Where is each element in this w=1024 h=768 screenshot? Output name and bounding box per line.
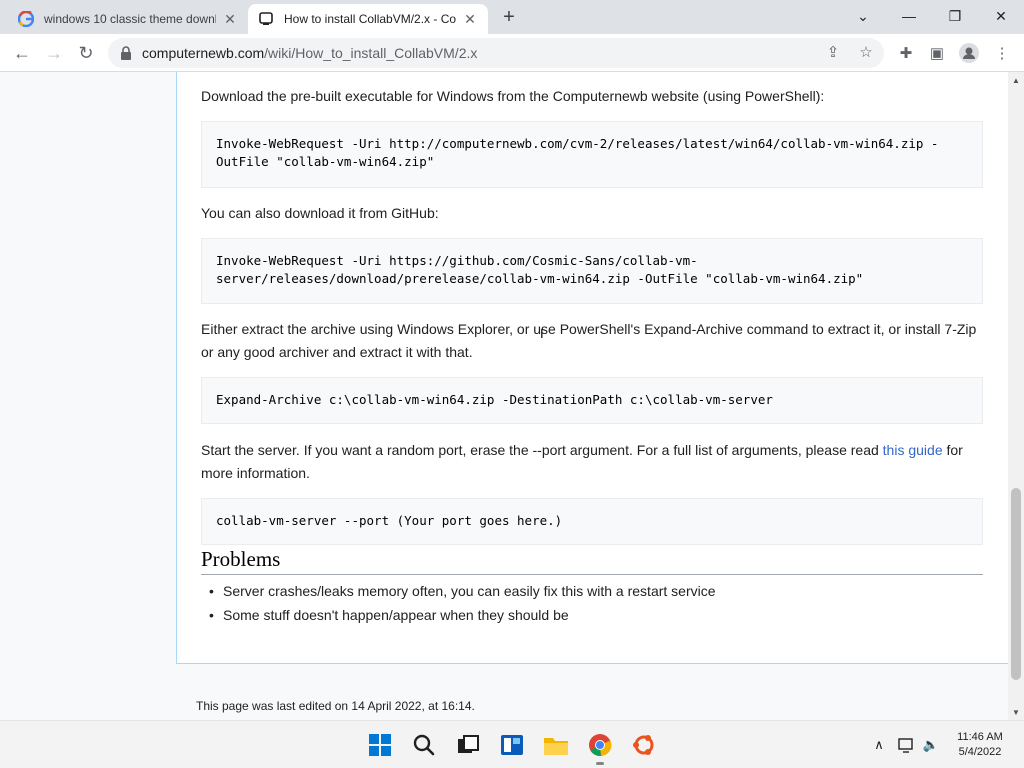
reload-button[interactable]: ↻ bbox=[72, 39, 100, 67]
share-icon[interactable]: ⇪ bbox=[822, 41, 844, 63]
clock-time: 11:46 AM bbox=[957, 731, 1003, 743]
file-explorer-icon[interactable] bbox=[540, 729, 572, 761]
task-view-icon[interactable] bbox=[452, 729, 484, 761]
ubuntu-icon[interactable] bbox=[628, 729, 660, 761]
tab-collabvm[interactable]: How to install CollabVM/2.x - Co ✕ bbox=[248, 4, 488, 34]
tab-google-search[interactable]: windows 10 classic theme downl ✕ bbox=[8, 4, 248, 34]
close-tab-icon[interactable]: ✕ bbox=[222, 11, 238, 27]
tab-title: windows 10 classic theme downl bbox=[44, 12, 216, 26]
scroll-up-arrow-icon[interactable]: ▲ bbox=[1008, 72, 1024, 88]
this-guide-link[interactable]: this guide bbox=[883, 442, 943, 458]
bookmark-star-icon[interactable]: ☆ bbox=[855, 41, 877, 63]
close-window-button[interactable]: ✕ bbox=[978, 0, 1024, 32]
google-g-icon bbox=[18, 11, 34, 27]
scroll-down-arrow-icon[interactable]: ▼ bbox=[1008, 704, 1024, 720]
start-windows-icon[interactable] bbox=[364, 729, 396, 761]
text-cursor-icon: I bbox=[540, 326, 544, 341]
intro-paragraph: Download the pre-built executable for Wi… bbox=[201, 88, 825, 104]
computernewb-icon bbox=[258, 11, 274, 27]
url-host: computernewb.com bbox=[142, 45, 265, 61]
clock-date: 5/4/2022 bbox=[958, 746, 1002, 758]
scroll-thumb[interactable] bbox=[1011, 488, 1021, 680]
menu-kebab-icon[interactable]: ⋮ bbox=[989, 40, 1015, 66]
chrome-icon[interactable] bbox=[584, 729, 616, 765]
problems-heading: Problems bbox=[201, 547, 983, 575]
github-paragraph: You can also download it from GitHub: bbox=[201, 205, 439, 221]
new-tab-button[interactable]: + bbox=[498, 6, 520, 28]
network-icon[interactable] bbox=[897, 735, 917, 755]
close-tab-icon[interactable]: ✕ bbox=[462, 11, 478, 27]
tab-strip: windows 10 classic theme downl ✕ How to … bbox=[0, 0, 1024, 34]
code-block-download: Invoke-WebRequest -Uri http://computerne… bbox=[201, 121, 983, 188]
lock-icon bbox=[120, 46, 134, 60]
back-button[interactable]: ← bbox=[8, 39, 36, 67]
show-hidden-icons-chevron-icon[interactable]: ∧ bbox=[869, 735, 889, 755]
side-panel-icon[interactable]: ▣ bbox=[924, 40, 950, 66]
extensions-icon[interactable]: ✚ bbox=[893, 40, 919, 66]
start-text: Start the server. If you want a random p… bbox=[201, 442, 883, 458]
page-scrollbar[interactable]: ▲ ▼ bbox=[1008, 72, 1024, 720]
restore-button[interactable]: ❐ bbox=[932, 0, 978, 32]
code-block-github: Invoke-WebRequest -Uri https://github.co… bbox=[201, 238, 983, 304]
tab-title: How to install CollabVM/2.x - Co bbox=[284, 12, 456, 26]
code-block-extract: Expand-Archive c:\collab-vm-win64.zip -D… bbox=[201, 377, 983, 424]
widgets-icon[interactable] bbox=[496, 729, 528, 761]
list-item: Server crashes/leaks memory often, you c… bbox=[209, 583, 716, 599]
address-bar[interactable]: computernewb.com/wiki/How_to_install_Col… bbox=[108, 38, 884, 68]
profile-avatar-icon[interactable] bbox=[956, 40, 982, 66]
windows-taskbar: ∧ 🔈 11:46 AM 5/4/2022 bbox=[0, 720, 1024, 768]
extract-paragraph: Either extract the archive using Windows… bbox=[201, 321, 977, 360]
browser-toolbar: ← → ↻ computernewb.com/wiki/How_to_insta… bbox=[0, 34, 1024, 72]
code-block-run: collab-vm-server --port (Your port goes … bbox=[201, 498, 983, 545]
minimize-button[interactable]: — bbox=[886, 0, 932, 32]
page-viewport: Download the pre-built executable for Wi… bbox=[0, 72, 1008, 720]
forward-button[interactable]: → bbox=[40, 39, 68, 67]
search-icon[interactable] bbox=[408, 729, 440, 761]
volume-icon[interactable]: 🔈 bbox=[921, 735, 941, 755]
system-clock[interactable]: 11:46 AM 5/4/2022 bbox=[944, 730, 1016, 760]
start-paragraph: Start the server. If you want a random p… bbox=[201, 439, 983, 485]
list-item: Some stuff doesn't happen/appear when th… bbox=[209, 607, 569, 623]
url-path: /wiki/How_to_install_CollabVM/2.x bbox=[264, 45, 478, 61]
article-content: Download the pre-built executable for Wi… bbox=[176, 72, 1008, 664]
last-edited-footer: This page was last edited on 14 April 20… bbox=[196, 699, 475, 713]
tab-search-icon[interactable]: ⌄ bbox=[840, 0, 886, 32]
